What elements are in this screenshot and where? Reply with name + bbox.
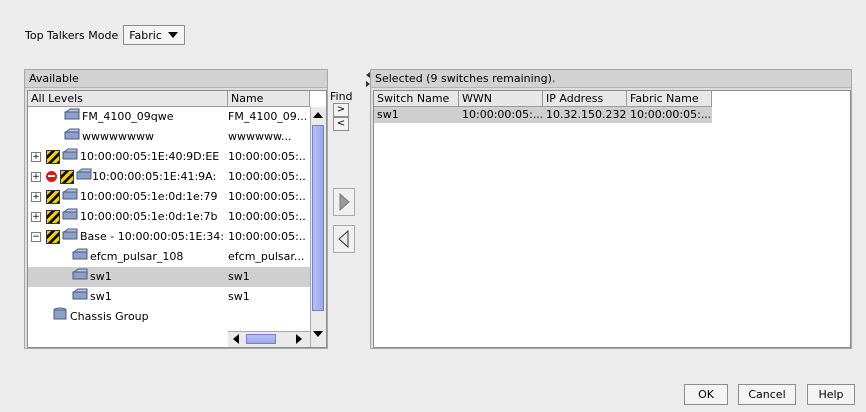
tree-row-name: efcm_pulsar... bbox=[228, 250, 305, 263]
tree-row-name: sw1 bbox=[228, 290, 250, 303]
selected-panel: Selected (9 switches remaining). Switch … bbox=[370, 69, 852, 349]
cell-fabric-name: 10:00:00:05:... bbox=[630, 108, 712, 121]
tree-row-label: sw1 bbox=[90, 290, 112, 303]
column-header-name[interactable]: Name bbox=[228, 91, 310, 107]
tree-row[interactable]: + 10:00:00:05:1e:0d:1e:7b 10:00:00:05:..… bbox=[28, 207, 310, 227]
tree-row-label: Base - 10:00:00:05:1E:34: bbox=[80, 230, 224, 243]
warning-icon bbox=[46, 210, 60, 224]
tree-row-name: 10:00:00:05:... bbox=[228, 190, 306, 203]
vertical-scroll-thumb[interactable] bbox=[312, 125, 324, 311]
tree-row-label: Chassis Group bbox=[70, 310, 149, 323]
add-to-selected-button[interactable] bbox=[333, 188, 355, 216]
find-label: Find bbox=[330, 90, 353, 103]
tree-row[interactable]: FM_4100_09qwe FM_4100_09... bbox=[28, 107, 310, 127]
switch-icon bbox=[62, 207, 78, 220]
expand-icon[interactable]: + bbox=[31, 152, 41, 162]
available-panel: Available All Levels Name FM_4100_09qwe … bbox=[24, 69, 328, 349]
cell-ip-address: 10.32.150.232 bbox=[546, 108, 627, 121]
cell-switch-name: sw1 bbox=[377, 108, 399, 121]
tree-row-label: 10:00:00:05:1E:40:9D:EE bbox=[80, 150, 220, 163]
tree-row-name: 10:00:00:05:... bbox=[228, 170, 306, 183]
selected-table: Switch Name WWN IP Address Fabric Name s… bbox=[373, 90, 851, 348]
tree-row[interactable]: + 10:00:00:05:1e:0d:1e:79 10:00:00:05:..… bbox=[28, 187, 310, 207]
tree-row-label: FM_4100_09qwe bbox=[82, 110, 174, 123]
scroll-right-icon[interactable] bbox=[296, 334, 302, 344]
selected-panel-title: Selected (9 switches remaining). bbox=[371, 70, 851, 88]
expand-icon[interactable]: + bbox=[31, 192, 41, 202]
available-panel-title: Available bbox=[25, 70, 327, 88]
tree-row-label: 10:00:00:05:1E:41:9A: bbox=[92, 170, 217, 183]
cell-wwn: 10:00:00:05:... bbox=[462, 108, 543, 121]
tree-row-name: 10:00:00:05:... bbox=[228, 210, 306, 223]
scroll-up-icon[interactable] bbox=[313, 112, 323, 118]
switch-icon bbox=[64, 107, 80, 120]
tree-row-selected[interactable]: sw1 sw1 bbox=[28, 267, 310, 287]
tree-row-name: 10:00:00:05:... bbox=[228, 150, 306, 163]
tree-row[interactable]: + 10:00:00:05:1E:41:9A: 10:00:00:05:... bbox=[28, 167, 310, 187]
top-talkers-mode-label: Top Talkers Mode bbox=[25, 28, 119, 42]
switch-icon bbox=[62, 227, 78, 240]
expand-icon[interactable]: + bbox=[31, 172, 41, 182]
expand-icon[interactable]: + bbox=[31, 212, 41, 222]
tree-row-label: 10:00:00:05:1e:0d:1e:7b bbox=[80, 210, 218, 223]
switch-icon bbox=[76, 167, 92, 180]
arrow-left-icon bbox=[338, 229, 349, 249]
column-header-switch-name[interactable]: Switch Name bbox=[374, 91, 459, 107]
switch-icon bbox=[72, 287, 88, 300]
vertical-scrollbar[interactable] bbox=[310, 107, 326, 347]
arrow-right-icon bbox=[339, 192, 350, 212]
tree-row[interactable]: Chassis Group bbox=[28, 307, 310, 327]
column-header-wwn[interactable]: WWN bbox=[459, 91, 543, 107]
warning-icon bbox=[60, 170, 74, 184]
error-icon bbox=[46, 171, 57, 182]
horizontal-scroll-thumb[interactable] bbox=[246, 334, 276, 344]
tree-row[interactable]: wwwwwwww wwwwww... bbox=[28, 127, 310, 147]
find-next-button[interactable]: > bbox=[333, 103, 349, 117]
warning-icon bbox=[46, 150, 60, 164]
scroll-left-icon[interactable] bbox=[233, 334, 239, 344]
cancel-button[interactable]: Cancel bbox=[738, 384, 796, 405]
chevron-down-icon bbox=[167, 32, 178, 38]
tree-row-label: wwwwwwww bbox=[82, 130, 154, 143]
column-header-ip-address[interactable]: IP Address bbox=[543, 91, 627, 107]
top-talkers-mode-value: Fabric bbox=[129, 28, 162, 42]
tree-row[interactable]: efcm_pulsar_108 efcm_pulsar... bbox=[28, 247, 310, 267]
help-button[interactable]: Help bbox=[807, 384, 855, 405]
tree-row[interactable]: sw1 sw1 bbox=[28, 287, 310, 307]
chassis-group-icon bbox=[52, 307, 68, 320]
switch-icon bbox=[62, 187, 78, 200]
switch-icon bbox=[62, 147, 78, 160]
remove-from-selected-button[interactable] bbox=[333, 225, 355, 253]
warning-icon bbox=[46, 230, 60, 244]
switch-icon bbox=[72, 247, 88, 260]
top-talkers-mode-row: Top Talkers Mode Fabric bbox=[25, 24, 185, 46]
switch-icon bbox=[72, 267, 88, 280]
tree-row-name: FM_4100_09... bbox=[228, 110, 306, 123]
scroll-down-icon[interactable] bbox=[313, 331, 323, 337]
table-row[interactable]: sw1 10:00:00:05:... 10.32.150.232 10:00:… bbox=[374, 107, 712, 123]
column-header-fabric-name[interactable]: Fabric Name bbox=[627, 91, 712, 107]
collapse-icon[interactable]: − bbox=[31, 232, 41, 242]
tree-row-name: sw1 bbox=[228, 270, 250, 283]
tree-row-name: 10:00:00:05:... bbox=[228, 230, 306, 243]
tree-row[interactable]: + 10:00:00:05:1E:40:9D:EE 10:00:00:05:..… bbox=[28, 147, 310, 167]
ok-button[interactable]: OK bbox=[684, 384, 728, 405]
switch-icon bbox=[64, 127, 80, 140]
horizontal-scrollbar[interactable] bbox=[228, 331, 310, 347]
tree-row[interactable]: − Base - 10:00:00:05:1E:34: 10:00:00:05:… bbox=[28, 227, 310, 247]
warning-icon bbox=[46, 190, 60, 204]
tree-row-label: sw1 bbox=[90, 270, 112, 283]
available-tree-table: All Levels Name FM_4100_09qwe FM_4100_09… bbox=[27, 90, 327, 348]
tree-row-name: wwwwww... bbox=[228, 130, 292, 143]
find-previous-button[interactable]: < bbox=[333, 117, 349, 131]
tree-row-label: 10:00:00:05:1e:0d:1e:79 bbox=[80, 190, 218, 203]
tree-row-label: efcm_pulsar_108 bbox=[90, 250, 184, 263]
top-talkers-mode-select[interactable]: Fabric bbox=[123, 25, 185, 45]
column-header-all-levels[interactable]: All Levels bbox=[28, 91, 228, 107]
